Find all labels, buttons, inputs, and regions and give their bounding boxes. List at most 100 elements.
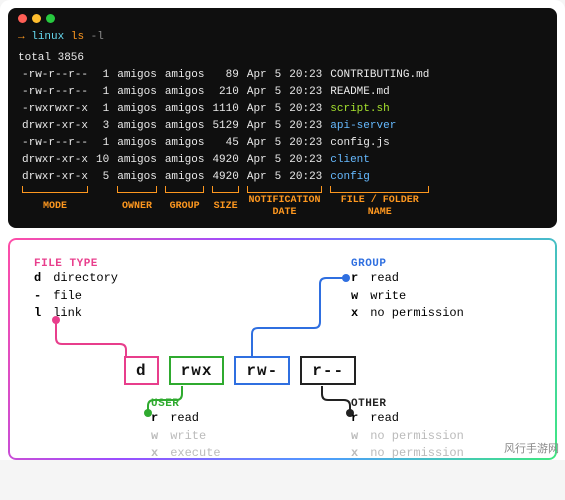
- cell: 1: [92, 101, 113, 118]
- perm-other-box: r--: [300, 356, 356, 385]
- cell: 1: [92, 67, 113, 84]
- bracket-owner: [117, 186, 157, 193]
- user-title: USER: [151, 398, 221, 410]
- label-name: FILE / FOLDERNAME: [326, 195, 433, 218]
- terminal-window: → linux ls -l total 3856 -rw-r--r--1amig…: [8, 8, 557, 228]
- cell: 3: [92, 118, 113, 135]
- cell: -rwxrwxr-x: [18, 101, 92, 118]
- legend-key: x: [351, 445, 363, 460]
- cell: 20:23: [285, 118, 326, 135]
- cell: drwxr-xr-x: [18, 169, 92, 186]
- perm-user-box: rwx: [169, 356, 225, 385]
- cell: Apr: [243, 101, 271, 118]
- cell: config.js: [326, 135, 433, 152]
- maximize-icon[interactable]: [46, 14, 55, 23]
- prompt-arrow: →: [18, 31, 25, 43]
- group-title: GROUP: [351, 258, 464, 270]
- cell: 1110: [208, 101, 242, 118]
- cell: script.sh: [326, 101, 433, 118]
- page-card: → linux ls -l total 3856 -rw-r--r--1amig…: [0, 0, 565, 460]
- cell: 20:23: [285, 84, 326, 101]
- cell: 4920: [208, 169, 242, 186]
- cell: 1: [92, 135, 113, 152]
- cell: amigos: [113, 169, 161, 186]
- bracket-group: [165, 186, 205, 193]
- legend-value: read: [163, 411, 199, 425]
- cell: amigos: [161, 152, 209, 169]
- cell: 20:23: [285, 101, 326, 118]
- cell: Apr: [243, 152, 271, 169]
- cell: amigos: [113, 84, 161, 101]
- cell: Apr: [243, 135, 271, 152]
- cell: 20:23: [285, 67, 326, 84]
- label-size: SIZE: [208, 195, 242, 218]
- cell: amigos: [113, 101, 161, 118]
- legend-key: x: [151, 445, 163, 460]
- cell: Apr: [243, 118, 271, 135]
- cell: amigos: [113, 135, 161, 152]
- legend-key: w: [151, 428, 163, 445]
- perm-group-box: rw-: [234, 356, 290, 385]
- cell: 5: [271, 67, 286, 84]
- legend-key: x: [351, 305, 363, 322]
- table-row: -rwxrwxr-x1amigosamigos1110Apr520:23scri…: [18, 101, 433, 118]
- bracket-date: [247, 186, 322, 193]
- label-mode: MODE: [18, 195, 92, 218]
- user-legend: USER r readw writex execute: [151, 398, 221, 460]
- cell: -rw-r--r--: [18, 135, 92, 152]
- legend-item: x no permission: [351, 445, 464, 460]
- ls-output-table: -rw-r--r--1amigosamigos89Apr520:23CONTRI…: [18, 67, 433, 218]
- cell: -rw-r--r--: [18, 67, 92, 84]
- bracket-name: [330, 186, 429, 193]
- cell: 5: [271, 118, 286, 135]
- perm-filetype-box: d: [124, 356, 159, 385]
- cell: client: [326, 152, 433, 169]
- cell: amigos: [161, 67, 209, 84]
- cell: 4920: [208, 152, 242, 169]
- prompt-line: → linux ls -l: [18, 27, 547, 50]
- cell: 5: [271, 84, 286, 101]
- legend-item: l link: [34, 305, 118, 322]
- watermark: 风行手游网: [504, 440, 559, 456]
- cell: amigos: [113, 118, 161, 135]
- cell: 45: [208, 135, 242, 152]
- legend-key: -: [34, 288, 46, 305]
- cell: 10: [92, 152, 113, 169]
- bracket-size: [212, 186, 238, 193]
- cell: CONTRIBUTING.md: [326, 67, 433, 84]
- legend-item: x execute: [151, 445, 221, 460]
- legend-key: d: [34, 270, 46, 287]
- minimize-icon[interactable]: [32, 14, 41, 23]
- legend-item: w no permission: [351, 428, 464, 445]
- cell: -rw-r--r--: [18, 84, 92, 101]
- cell: amigos: [161, 84, 209, 101]
- bracket-mode: [22, 186, 88, 193]
- legend-item: w write: [351, 288, 464, 305]
- cell: amigos: [113, 152, 161, 169]
- legend-value: no permission: [363, 446, 464, 460]
- filetype-title: FILE TYPE: [34, 258, 118, 270]
- table-row: -rw-r--r--1amigosamigos89Apr520:23CONTRI…: [18, 67, 433, 84]
- table-row: -rw-r--r--1amigosamigos210Apr520:23READM…: [18, 84, 433, 101]
- other-title: OTHER: [351, 398, 464, 410]
- cell: amigos: [161, 101, 209, 118]
- prompt-host: linux: [31, 31, 64, 43]
- cell: 5: [271, 135, 286, 152]
- close-icon[interactable]: [18, 14, 27, 23]
- legend-value: file: [46, 289, 82, 303]
- legend-item: w write: [151, 428, 221, 445]
- legend-value: read: [363, 271, 399, 285]
- cell: config: [326, 169, 433, 186]
- cell: 1: [92, 84, 113, 101]
- window-controls: [18, 14, 547, 27]
- legend-value: link: [46, 306, 82, 320]
- cell: amigos: [161, 118, 209, 135]
- cell: 20:23: [285, 152, 326, 169]
- cell: drwxr-xr-x: [18, 152, 92, 169]
- cell: Apr: [243, 169, 271, 186]
- cell: 20:23: [285, 135, 326, 152]
- cell: 210: [208, 84, 242, 101]
- legend-value: read: [363, 411, 399, 425]
- cell: 5129: [208, 118, 242, 135]
- cell: Apr: [243, 67, 271, 84]
